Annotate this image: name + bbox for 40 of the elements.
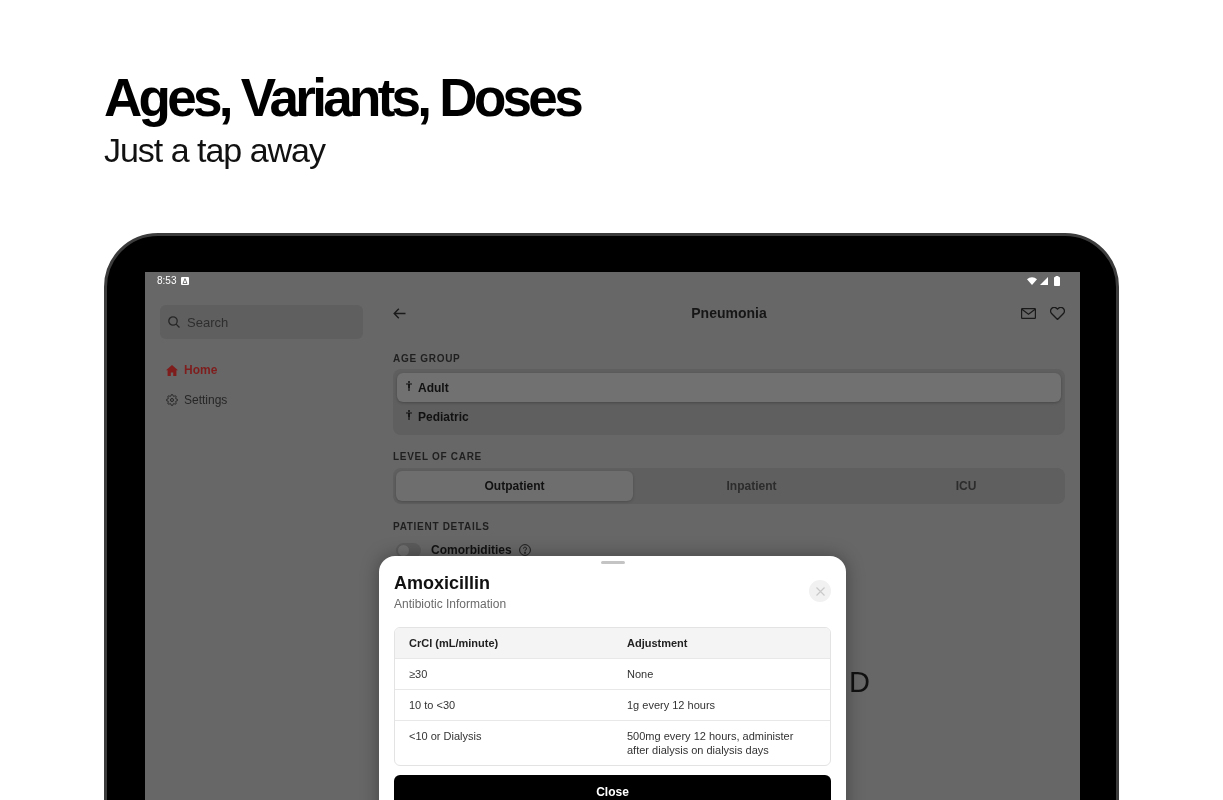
mail-icon[interactable]: [1021, 307, 1036, 319]
close-icon: [815, 586, 825, 596]
wifi-icon: [1027, 277, 1037, 285]
signal-icon: [1040, 277, 1048, 285]
headline: Ages, Variants, Doses: [104, 68, 580, 128]
status-time: 8:53: [157, 275, 177, 287]
table-cell-text: 10 to <30: [409, 698, 457, 712]
column-header: CrCl (mL/minute): [409, 636, 500, 650]
person-icon: [406, 381, 412, 391]
battery-icon: [1054, 276, 1060, 286]
drag-handle[interactable]: [600, 561, 625, 564]
table-cell-text: 1g every 12 hours: [627, 698, 717, 712]
heart-icon[interactable]: [1050, 306, 1065, 320]
search-icon: [168, 316, 180, 328]
app-notification-icon: [181, 277, 190, 285]
table-cell-text: <10 or Dialysis: [409, 729, 483, 743]
tagline: Just a tap away: [104, 130, 325, 170]
section-label: PATIENT DETAILS: [393, 521, 491, 533]
sheet-subtitle: Antibiotic Information: [394, 596, 507, 612]
age-option[interactable]: Adult: [397, 373, 1061, 402]
screen-title: Pneumonia: [691, 304, 767, 322]
toggle-label: Comorbidities: [431, 542, 512, 558]
section-label: LEVEL OF CARE: [393, 451, 483, 463]
sheet-title: Amoxicillin: [394, 572, 492, 594]
close-button[interactable]: Close: [394, 775, 831, 800]
back-arrow-icon[interactable]: [393, 307, 406, 319]
table-cell-text: 500mg every 12 hours, administer after dialysis on dialysis days: [627, 729, 795, 757]
care-level-tab[interactable]: Outpatient: [396, 471, 633, 501]
nav-item[interactable]: Home: [160, 355, 363, 385]
help-icon[interactable]: [518, 544, 531, 556]
column-header: Adjustment: [627, 636, 689, 650]
nav-item[interactable]: Settings: [160, 385, 363, 415]
home-icon: [166, 364, 178, 376]
table-cell-text: None: [627, 667, 655, 681]
table-cell-text: ≥30: [409, 667, 429, 681]
settings-icon: [166, 394, 178, 406]
obscured-text: D: [849, 668, 870, 697]
age-option[interactable]: Pediatric: [397, 402, 1061, 431]
section-label: AGE GROUP: [393, 353, 462, 365]
person-icon: [406, 410, 412, 420]
